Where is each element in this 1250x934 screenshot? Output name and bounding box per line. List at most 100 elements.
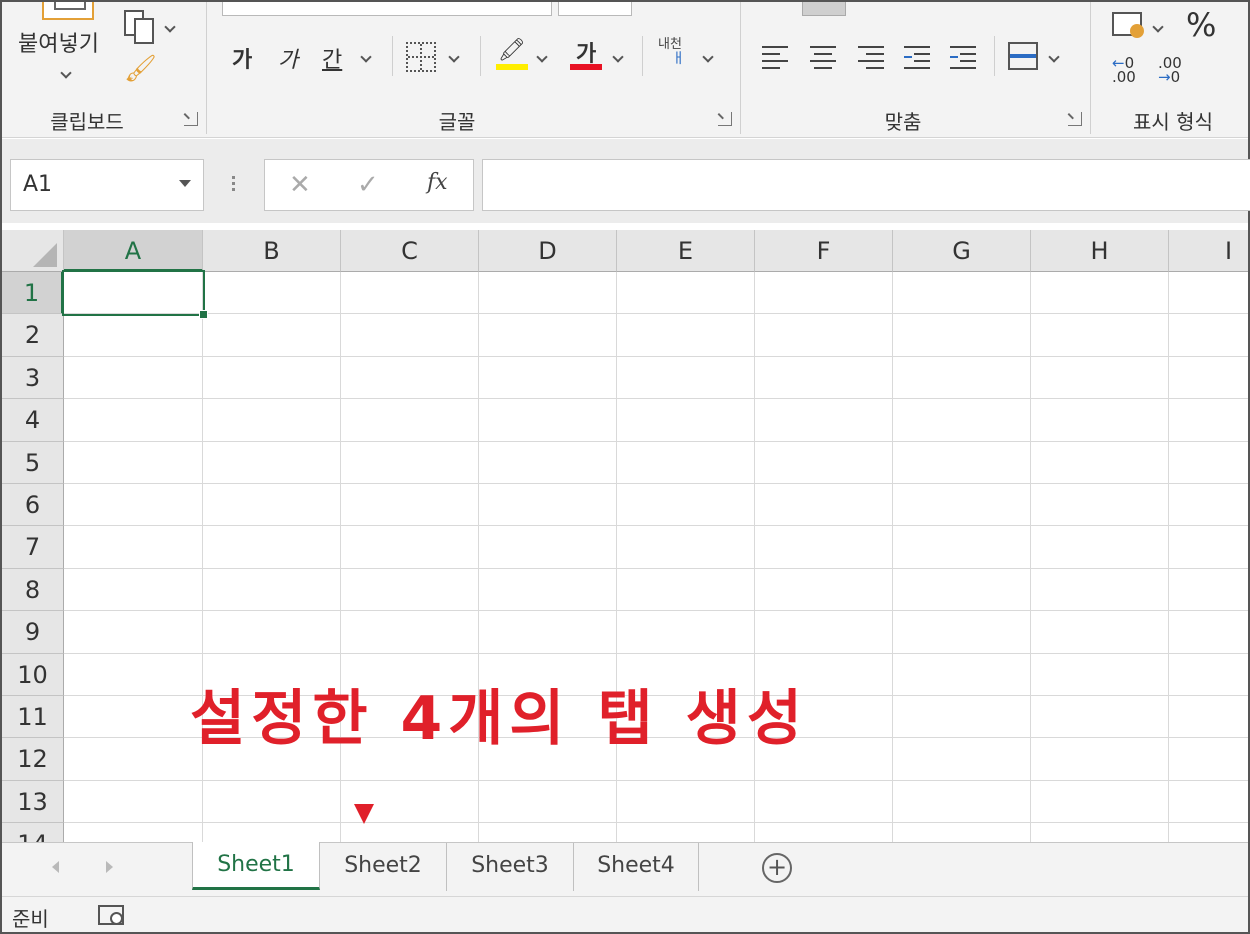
gridline — [1168, 272, 1169, 842]
column-header-i[interactable]: I — [1169, 230, 1248, 272]
borders-icon[interactable] — [406, 42, 436, 72]
copy-dropdown-chevron-icon[interactable] — [164, 16, 176, 35]
increase-indent-icon[interactable] — [950, 44, 978, 69]
divider — [642, 36, 643, 76]
row-header-5[interactable]: 5 — [2, 441, 64, 484]
row-header-1[interactable]: 1 — [2, 272, 64, 315]
insert-function-button[interactable]: fx — [427, 170, 448, 195]
copy-icon[interactable] — [122, 10, 156, 44]
orientation-icon[interactable] — [802, 2, 846, 16]
select-all-button[interactable] — [2, 230, 64, 272]
row-header-8[interactable]: 8 — [2, 568, 64, 612]
sheet-tab-sheet2[interactable]: Sheet2 — [320, 843, 447, 891]
row-header-10[interactable]: 10 — [2, 653, 64, 696]
gridline — [64, 567, 1248, 569]
font-name-combo[interactable] — [222, 2, 552, 16]
new-sheet-button[interactable]: + — [762, 853, 792, 883]
column-header-c[interactable]: C — [341, 230, 479, 272]
percent-style-button[interactable]: % — [1186, 6, 1216, 44]
worksheet-grid[interactable]: ABCDEFGHI 1234567891011121314 설정한 4개의 탭 … — [2, 230, 1248, 842]
enter-icon[interactable]: ✓ — [357, 170, 379, 200]
decrease-indent-icon[interactable] — [904, 44, 932, 69]
gridline — [64, 779, 1248, 781]
phonetic-guide-button[interactable]: 내천 ㅐ — [658, 37, 685, 67]
scroll-tabs-right-icon[interactable] — [106, 861, 113, 873]
underline-dropdown-chevron-icon[interactable] — [360, 46, 372, 65]
gridline — [64, 483, 1248, 484]
formula-input[interactable] — [482, 159, 1250, 211]
name-box-value: A1 — [23, 172, 53, 197]
column-header-a[interactable]: A — [64, 230, 203, 272]
status-bar: 준비 — [2, 896, 1248, 932]
accounting-format-icon[interactable] — [1112, 12, 1144, 38]
sheet-tab-sheet3[interactable]: Sheet3 — [447, 843, 574, 891]
group-divider — [206, 2, 207, 134]
annotation-text: 설정한 4개의 탭 생성 — [190, 684, 809, 754]
clipboard-dialog-launcher-icon[interactable] — [184, 112, 198, 126]
borders-dropdown-chevron-icon[interactable] — [448, 46, 460, 65]
name-box[interactable]: A1 — [10, 159, 204, 211]
merge-dropdown-chevron-icon[interactable] — [1048, 46, 1060, 65]
merge-center-icon[interactable] — [1008, 42, 1038, 70]
font-group-label: 글꼴 — [438, 110, 476, 134]
increase-decimal-icon[interactable]: ←0.00 — [1112, 56, 1136, 85]
gridline — [64, 398, 1248, 400]
align-left-icon[interactable] — [762, 44, 790, 69]
align-center-icon[interactable] — [810, 44, 838, 69]
sheet-tab-sheet4[interactable]: Sheet4 — [574, 843, 699, 891]
row-header-3[interactable]: 3 — [2, 356, 64, 400]
font-size-combo[interactable] — [558, 2, 632, 16]
paste-button-label[interactable]: 붙여넣기 — [18, 26, 99, 58]
row-header-9[interactable]: 9 — [2, 611, 64, 654]
macro-recording-icon[interactable] — [98, 905, 124, 925]
sheet-tab-sheet1[interactable]: Sheet1 — [192, 842, 320, 890]
active-cell-a1[interactable] — [62, 270, 208, 319]
phonetic-dropdown-chevron-icon[interactable] — [702, 46, 714, 65]
group-divider — [1090, 2, 1091, 134]
clipboard-group-label: 클립보드 — [50, 110, 124, 134]
row-header-4[interactable]: 4 — [2, 399, 64, 442]
row-header-12[interactable]: 12 — [2, 738, 64, 781]
formula-bar-resize-handle-icon[interactable] — [232, 173, 236, 195]
cancel-icon[interactable]: ✕ — [289, 170, 311, 200]
name-box-dropdown-icon[interactable] — [179, 180, 191, 187]
gridline — [64, 610, 1248, 612]
align-right-icon[interactable] — [858, 44, 886, 69]
font-color-dropdown-chevron-icon[interactable] — [612, 46, 624, 65]
row-header-2[interactable]: 2 — [2, 314, 64, 357]
underline-button[interactable]: 간 — [322, 42, 342, 74]
font-dialog-launcher-icon[interactable] — [718, 112, 732, 126]
scroll-tabs-left-icon[interactable] — [52, 861, 59, 873]
gridline — [64, 525, 1248, 527]
phonetic-guide-label: 내천 — [658, 37, 682, 52]
paste-dropdown-chevron-icon[interactable] — [60, 62, 72, 81]
divider — [480, 36, 481, 76]
format-painter-icon[interactable]: 🖌 — [124, 54, 157, 84]
gridline — [64, 355, 1248, 357]
column-header-e[interactable]: E — [617, 230, 755, 272]
row-header-13[interactable]: 13 — [2, 780, 64, 824]
decrease-decimal-icon[interactable]: .00 →0 — [1158, 56, 1182, 85]
gridline — [892, 272, 893, 842]
formula-bar: A1 ✕ ✓ fx — [2, 139, 1250, 223]
bold-button[interactable]: 가 — [232, 42, 252, 74]
accounting-dropdown-chevron-icon[interactable] — [1152, 16, 1164, 35]
alignment-dialog-launcher-icon[interactable] — [1068, 112, 1082, 126]
row-header-7[interactable]: 7 — [2, 526, 64, 569]
italic-button[interactable]: 가 — [278, 42, 298, 74]
column-header-d[interactable]: D — [479, 230, 617, 272]
column-header-g[interactable]: G — [893, 230, 1031, 272]
row-header-6[interactable]: 6 — [2, 484, 64, 527]
gridline — [1030, 272, 1031, 842]
row-header-14[interactable]: 14 — [2, 823, 64, 842]
group-divider — [740, 2, 741, 134]
paste-icon[interactable] — [42, 2, 94, 20]
row-header-11[interactable]: 11 — [2, 696, 64, 739]
fill-color-icon[interactable]: 🖍 — [498, 38, 526, 63]
annotation-arrow-icon — [354, 804, 374, 824]
fill-color-dropdown-chevron-icon[interactable] — [536, 46, 548, 65]
column-header-f[interactable]: F — [755, 230, 893, 272]
column-header-h[interactable]: H — [1031, 230, 1169, 272]
gridline — [64, 440, 1248, 442]
column-header-b[interactable]: B — [203, 230, 341, 272]
